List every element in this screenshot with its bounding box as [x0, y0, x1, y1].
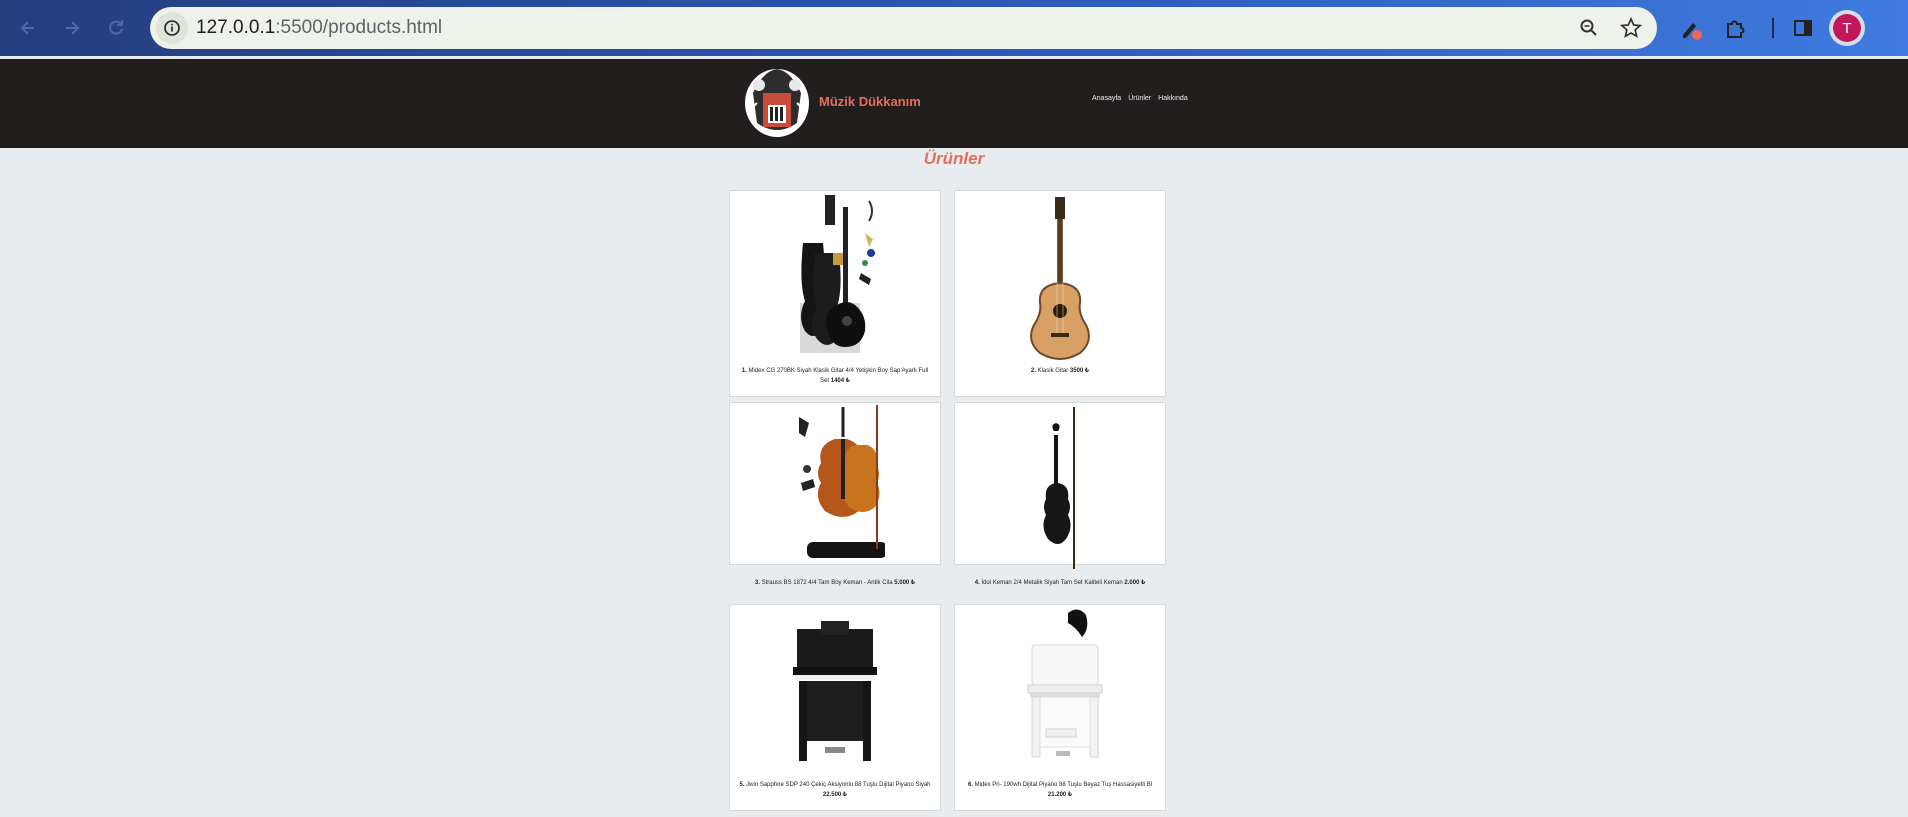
address-bar[interactable]: 127.0.0.1:5500/products.html [150, 7, 1657, 49]
page-title: Ürünler [923, 149, 985, 168]
music-shop-logo[interactable] [743, 63, 811, 139]
product-price: 22.500 ₺ [822, 792, 848, 798]
product-number: 3. [754, 580, 760, 586]
product-image-black-piano[interactable] [730, 607, 940, 775]
nav-link-products[interactable]: Ürünler [1128, 95, 1151, 102]
url-path: :5500/products.html [275, 17, 443, 38]
profile-avatar[interactable]: T [1833, 14, 1861, 42]
product-price: 1404 ₺ [830, 378, 850, 384]
product-card[interactable]: 3. Strauss BS 1872 4/4 Tam Boy Keman - A… [729, 402, 941, 586]
product-name: İdol Keman 2/4 Metalik Siyah Tam Set Kal… [981, 580, 1123, 586]
product-card[interactable]: 2. Klasik Gitar 3500 ₺ [954, 190, 1166, 397]
product-name: Strauss BS 1872 4/4 Tam Boy Keman - Anti… [761, 580, 893, 586]
product-caption: 4. İdol Keman 2/4 Metalik Siyah Tam Set … [963, 578, 1157, 588]
product-price: 2.000 ₺ [1124, 580, 1146, 586]
product-price: 21.200 ₺ [1047, 792, 1073, 798]
product-name: Klasik Gitar [1037, 368, 1069, 374]
product-image-violin-set[interactable] [730, 405, 940, 567]
product-caption: 2. Klasik Gitar 3500 ₺ [963, 366, 1157, 376]
product-card[interactable]: 5. Jwin Sapphire SDP 240 Çekiç Aksiyonlu… [729, 604, 941, 811]
product-caption: 1. Midex CG 270BK Siyah Klasik Gitar 4/4… [738, 366, 932, 386]
product-price: 5.000 ₺ [894, 580, 916, 586]
nav-link-about[interactable]: Hakkında [1158, 95, 1188, 102]
zoom-icon[interactable] [1577, 16, 1601, 40]
url-host: 127.0.0.1 [196, 17, 276, 38]
forward-icon[interactable] [56, 12, 88, 44]
product-card[interactable]: 1. Midex CG 270BK Siyah Klasik Gitar 4/4… [729, 190, 941, 397]
product-image-classical-guitar[interactable] [955, 193, 1165, 363]
product-caption: 6. Midex Pri- 190wh Dijital Piyano 88 Tu… [963, 780, 1157, 800]
site-header: Müzik Dükkanım Anasayfa Ürünler Hakkında [0, 59, 1908, 148]
product-caption: 3. Strauss BS 1872 4/4 Tam Boy Keman - A… [738, 578, 932, 588]
browser-toolbar: 127.0.0.1:5500/products.html T [0, 0, 1908, 56]
reload-icon[interactable] [100, 12, 132, 44]
product-number: 6. [967, 782, 973, 788]
star-icon[interactable] [1619, 16, 1643, 40]
product-number: 5. [739, 782, 745, 788]
product-price: 3500 ₺ [1069, 368, 1090, 374]
product-image-white-piano[interactable] [955, 605, 1165, 775]
product-card[interactable]: 6. Midex Pri- 190wh Dijital Piyano 88 Tu… [954, 604, 1166, 811]
site-info-icon[interactable] [156, 12, 188, 44]
product-number: 4. [974, 580, 980, 586]
toolbar-divider [1758, 13, 1788, 43]
product-name: Jwin Sapphire SDP 240 Çekiç Aksiyonlu 88… [746, 782, 931, 788]
product-number: 2. [1030, 368, 1036, 374]
main-nav: Anasayfa Ürünler Hakkında [1092, 95, 1188, 102]
extension-pen-icon[interactable] [1676, 13, 1706, 43]
product-number: 1. [741, 368, 747, 374]
back-icon[interactable] [12, 12, 44, 44]
sidepanel-icon[interactable] [1788, 13, 1818, 43]
product-caption: 5. Jwin Sapphire SDP 240 Çekiç Aksiyonlu… [738, 780, 932, 800]
puzzle-icon[interactable] [1721, 13, 1751, 43]
product-name: Midex Pri- 190wh Dijital Piyano 88 Tuşlu… [974, 782, 1153, 788]
url-text[interactable]: 127.0.0.1:5500/products.html [196, 17, 442, 39]
nav-link-home[interactable]: Anasayfa [1092, 95, 1121, 102]
product-card[interactable]: 4. İdol Keman 2/4 Metalik Siyah Tam Set … [954, 402, 1166, 586]
product-image-black-violin[interactable] [955, 405, 1165, 573]
product-image-guitar-set[interactable] [730, 193, 940, 361]
brand-name[interactable]: Müzik Dükkanım [819, 94, 921, 109]
